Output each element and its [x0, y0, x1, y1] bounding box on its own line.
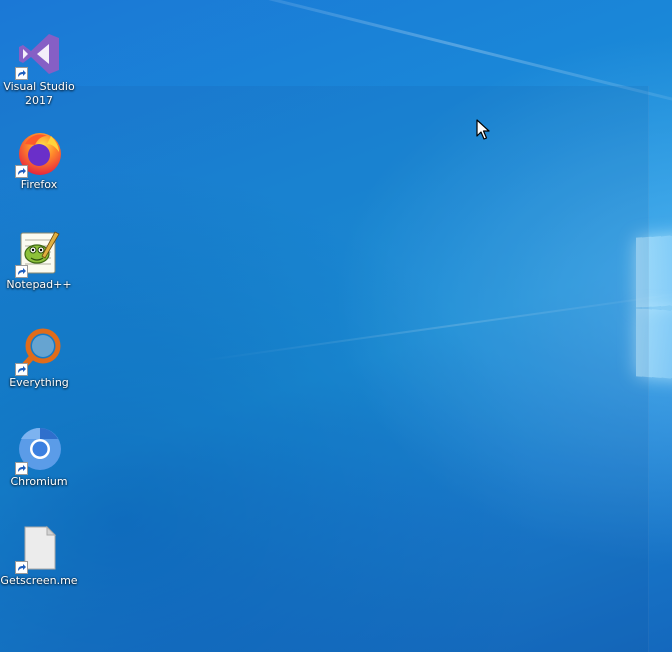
notepad-plus-plus-icon [15, 228, 63, 278]
icon-label: Chromium [10, 475, 68, 488]
selection-overlay [0, 86, 649, 652]
mouse-pointer-icon [476, 119, 490, 141]
icon-label: Visual Studio 2017 [3, 80, 75, 107]
desktop-icon-chromium[interactable]: Chromium [0, 425, 78, 489]
everything-search-icon [15, 326, 63, 376]
shortcut-arrow-icon [15, 561, 28, 574]
firefox-icon [15, 128, 63, 178]
generic-file-icon [15, 524, 63, 574]
shortcut-arrow-icon [15, 67, 28, 80]
icon-label: Getscreen.me [0, 574, 78, 587]
visual-studio-icon [15, 30, 63, 80]
chromium-icon [15, 425, 63, 475]
icon-label: Notepad++ [6, 278, 72, 291]
desktop-background[interactable]: Visual Studio 2017 Firefox Notepad++ Eve… [0, 0, 672, 652]
desktop-icon-notepad-plus-plus[interactable]: Notepad++ [0, 228, 78, 292]
shortcut-arrow-icon [15, 363, 28, 376]
icon-label: Everything [9, 376, 69, 389]
shortcut-arrow-icon [15, 265, 28, 278]
desktop-icon-firefox[interactable]: Firefox [0, 128, 78, 192]
icon-label: Firefox [20, 178, 58, 191]
shortcut-arrow-icon [15, 462, 28, 475]
desktop-icon-visual-studio[interactable]: Visual Studio 2017 [0, 30, 78, 108]
desktop-icon-getscreen-me[interactable]: Getscreen.me [0, 524, 78, 588]
shortcut-arrow-icon [15, 165, 28, 178]
desktop-icon-everything[interactable]: Everything [0, 326, 78, 390]
